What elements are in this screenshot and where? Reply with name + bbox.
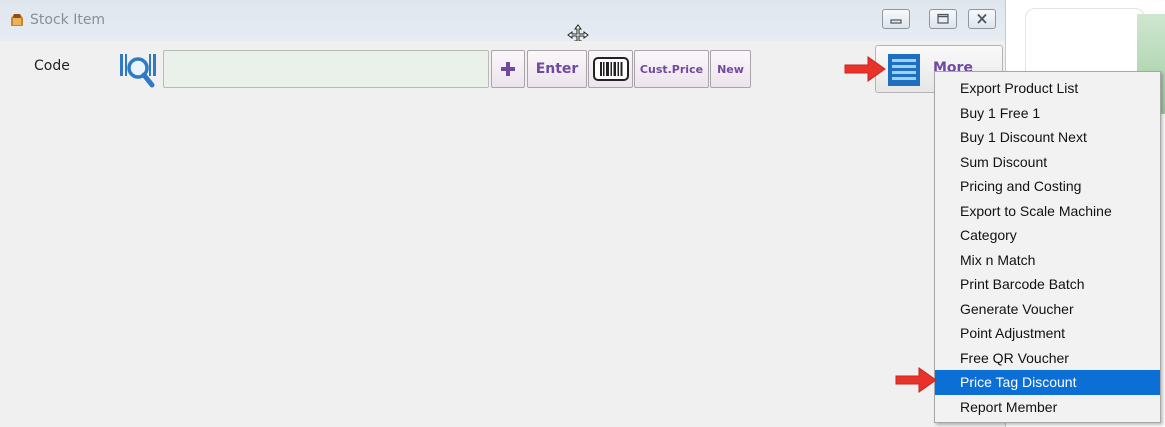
menu-item-mix-n-match[interactable]: Mix n Match [935,248,1160,273]
menu-item-price-tag-discount[interactable]: Price Tag Discount [935,370,1160,395]
plus-icon [501,62,515,76]
menu-item-free-qr-voucher[interactable]: Free QR Voucher [935,346,1160,371]
cust-price-button[interactable]: Cust.Price [634,50,709,88]
menu-item-category[interactable]: Category [935,223,1160,248]
barcode-button[interactable] [588,50,633,88]
window-title: Stock Item [30,12,106,28]
red-arrow-icon [895,367,937,393]
barcode-search-icon[interactable] [119,52,159,90]
more-list-icon [888,54,920,86]
code-label: Code [34,58,70,74]
menu-item-buy-1-discount-next[interactable]: Buy 1 Discount Next [935,125,1160,150]
stock-item-app-icon [11,14,23,26]
new-button[interactable]: New [710,50,751,88]
close-button[interactable] [968,9,996,29]
window-client-area [0,41,1005,427]
minimize-icon [890,19,902,24]
more-dropdown-menu: Export Product List Buy 1 Free 1 Buy 1 D… [934,71,1161,423]
title-bar[interactable]: Stock Item [0,0,1005,46]
menu-item-buy-1-free-1[interactable]: Buy 1 Free 1 [935,101,1160,126]
menu-item-point-adjustment[interactable]: Point Adjustment [935,321,1160,346]
add-button[interactable] [491,50,525,88]
close-icon [977,13,987,24]
menu-item-generate-voucher[interactable]: Generate Voucher [935,297,1160,322]
menu-item-export-to-scale-machine[interactable]: Export to Scale Machine [935,199,1160,224]
menu-item-sum-discount[interactable]: Sum Discount [935,150,1160,175]
minimize-button[interactable] [882,9,910,29]
maximize-button[interactable] [929,9,957,29]
menu-item-print-barcode-batch[interactable]: Print Barcode Batch [935,272,1160,297]
maximize-icon [937,13,949,24]
menu-item-pricing-and-costing[interactable]: Pricing and Costing [935,174,1160,199]
code-input[interactable] [163,50,489,88]
enter-button[interactable]: Enter [527,50,587,88]
barcode-icon [592,57,629,81]
red-arrow-icon [844,56,886,82]
menu-item-export-product-list[interactable]: Export Product List [935,76,1160,101]
menu-item-report-member[interactable]: Report Member [935,395,1160,420]
